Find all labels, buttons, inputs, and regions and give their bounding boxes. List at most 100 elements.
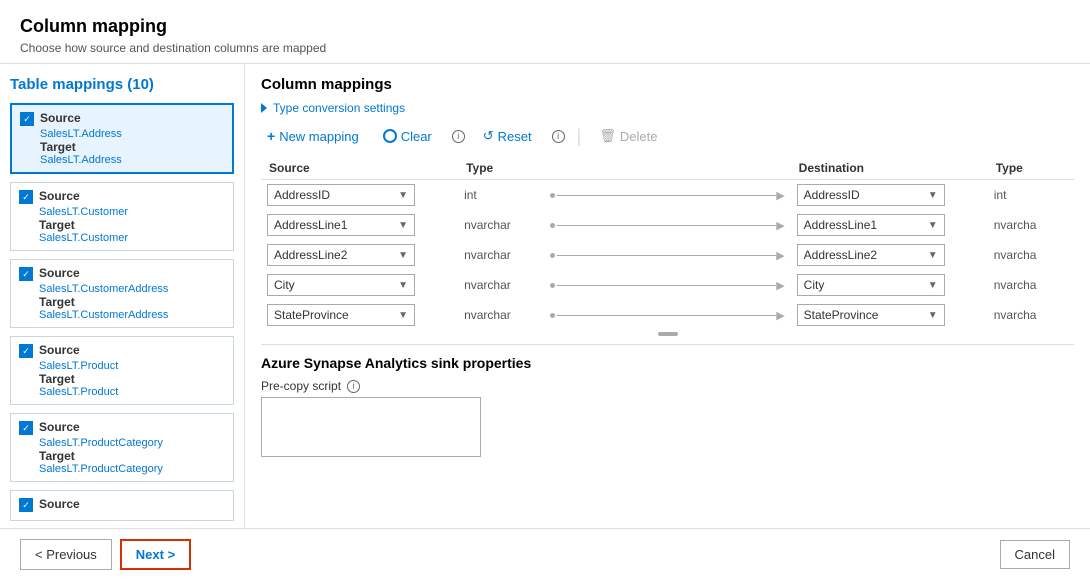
source-label-4: Source	[39, 343, 80, 357]
delete-label: Delete	[620, 129, 658, 144]
delete-button[interactable]: 🗑 Delete	[593, 125, 663, 147]
col-header-source: Source	[261, 157, 458, 180]
checkbox-3[interactable]	[19, 267, 33, 281]
target-label-5: Target	[39, 449, 225, 463]
pre-copy-script-input[interactable]	[261, 397, 481, 457]
target-sub-2: SalesLT.Customer	[39, 232, 225, 244]
table-row: City ▼ nvarchar ▶	[261, 270, 1074, 300]
arrow-line-2: ▶	[550, 219, 784, 232]
caret-icon-4: ▼	[398, 280, 408, 291]
target-sub-5: SalesLT.ProductCategory	[39, 463, 225, 475]
table-mapping-item-4[interactable]: Source SalesLT.Product Target SalesLT.Pr…	[10, 336, 234, 405]
table-mapping-item-1[interactable]: Source SalesLT.Address Target SalesLT.Ad…	[10, 103, 234, 174]
checkbox-4[interactable]	[19, 344, 33, 358]
scroll-indicator	[261, 332, 1074, 336]
toolbar-separator: |	[577, 126, 582, 147]
source-label-2: Source	[39, 189, 80, 203]
source-dropdown-2[interactable]: AddressLine1 ▼	[267, 214, 415, 236]
table-mapping-item-5[interactable]: Source SalesLT.ProductCategory Target Sa…	[10, 413, 234, 482]
type-src-1: int	[464, 188, 477, 202]
source-label-1: Source	[40, 111, 81, 125]
reset-button[interactable]: ↺ Reset	[477, 125, 538, 147]
clear-icon	[383, 129, 397, 143]
caret-icon-3: ▼	[398, 250, 408, 261]
table-mapping-item-6[interactable]: Source	[10, 490, 234, 521]
checkbox-2[interactable]	[19, 190, 33, 204]
target-label-4: Target	[39, 372, 225, 386]
table-mappings-title: Table mappings (10)	[10, 76, 234, 93]
arrow-line-1: ▶	[550, 189, 784, 202]
new-mapping-button[interactable]: + New mapping	[261, 125, 365, 147]
right-panel: Column mappings Type conversion settings…	[245, 64, 1090, 528]
source-label-6: Source	[39, 497, 80, 511]
source-dropdown-4[interactable]: City ▼	[267, 274, 415, 296]
clear-button[interactable]: Clear	[377, 126, 438, 147]
arrow-line-4: ▶	[550, 279, 784, 292]
chevron-right-icon	[261, 103, 267, 113]
main-area: Table mappings (10) Source SalesLT.Addre…	[0, 64, 1090, 528]
target-label-1: Target	[40, 140, 224, 154]
clear-label: Clear	[401, 129, 432, 144]
dest-dropdown-2[interactable]: AddressLine1 ▼	[797, 214, 945, 236]
dest-caret-icon-2: ▼	[928, 220, 938, 231]
dest-dropdown-1[interactable]: AddressID ▼	[797, 184, 945, 206]
col-header-arrow	[544, 157, 790, 180]
type-dst-3: nvarcha	[994, 248, 1037, 262]
dest-caret-icon: ▼	[928, 190, 938, 201]
reset-info-icon: i	[552, 130, 565, 143]
page-footer: < Previous Next > Cancel	[0, 528, 1090, 580]
mapping-table-area: Source Type Destination Type Add	[261, 157, 1074, 516]
dest-dropdown-5[interactable]: StateProvince ▼	[797, 304, 945, 326]
table-mapping-item-3[interactable]: Source SalesLT.CustomerAddress Target Sa…	[10, 259, 234, 328]
type-src-4: nvarchar	[464, 278, 511, 292]
type-src-3: nvarchar	[464, 248, 511, 262]
table-row: StateProvince ▼ nvarchar ▶	[261, 300, 1074, 330]
type-dst-5: nvarcha	[994, 308, 1037, 322]
source-sub-5: SalesLT.ProductCategory	[39, 437, 225, 449]
col-header-type-dst: Type	[988, 157, 1074, 180]
clear-info-icon: i	[452, 130, 465, 143]
source-dropdown-3[interactable]: AddressLine2 ▼	[267, 244, 415, 266]
dest-caret-icon-5: ▼	[928, 310, 938, 321]
sink-title: Azure Synapse Analytics sink properties	[261, 355, 1074, 371]
col-header-dest: Destination	[791, 157, 988, 180]
checkbox-1[interactable]	[20, 112, 34, 126]
source-dropdown-1[interactable]: AddressID ▼	[267, 184, 415, 206]
previous-button[interactable]: < Previous	[20, 539, 112, 570]
dest-dropdown-3[interactable]: AddressLine2 ▼	[797, 244, 945, 266]
sink-section: Azure Synapse Analytics sink properties …	[261, 344, 1074, 460]
source-sub-3: SalesLT.CustomerAddress	[39, 283, 225, 295]
source-sub-1: SalesLT.Address	[40, 128, 224, 140]
table-mapping-item-2[interactable]: Source SalesLT.Customer Target SalesLT.C…	[10, 182, 234, 251]
cancel-button[interactable]: Cancel	[1000, 540, 1070, 569]
type-conversion-settings[interactable]: Type conversion settings	[261, 101, 1074, 115]
left-panel: Table mappings (10) Source SalesLT.Addre…	[0, 64, 245, 528]
checkbox-5[interactable]	[19, 421, 33, 435]
new-mapping-label: New mapping	[279, 129, 359, 144]
type-src-2: nvarchar	[464, 218, 511, 232]
reset-label: Reset	[498, 129, 532, 144]
delete-icon: 🗑	[599, 128, 616, 144]
arrow-line-5: ▶	[550, 309, 784, 322]
caret-icon-2: ▼	[398, 220, 408, 231]
source-dropdown-5[interactable]: StateProvince ▼	[267, 304, 415, 326]
mapping-table: Source Type Destination Type Add	[261, 157, 1074, 330]
target-sub-4: SalesLT.Product	[39, 386, 225, 398]
page-header: Column mapping Choose how source and des…	[0, 0, 1090, 64]
mapping-toolbar: + New mapping Clear i ↺ Reset i | 🗑 Dele…	[261, 125, 1074, 147]
refresh-icon: ↺	[483, 128, 494, 144]
table-row: AddressID ▼ int ▶	[261, 180, 1074, 211]
dest-dropdown-4[interactable]: City ▼	[797, 274, 945, 296]
page-subtitle: Choose how source and destination column…	[20, 41, 1070, 55]
page-title: Column mapping	[20, 16, 1070, 37]
type-src-5: nvarchar	[464, 308, 511, 322]
source-sub-2: SalesLT.Customer	[39, 206, 225, 218]
source-label-5: Source	[39, 420, 80, 434]
next-button[interactable]: Next >	[120, 539, 191, 570]
type-dst-2: nvarcha	[994, 218, 1037, 232]
plus-icon: +	[267, 128, 275, 144]
target-label-3: Target	[39, 295, 225, 309]
source-sub-4: SalesLT.Product	[39, 360, 225, 372]
checkbox-6[interactable]	[19, 498, 33, 512]
type-dst-1: int	[994, 188, 1007, 202]
